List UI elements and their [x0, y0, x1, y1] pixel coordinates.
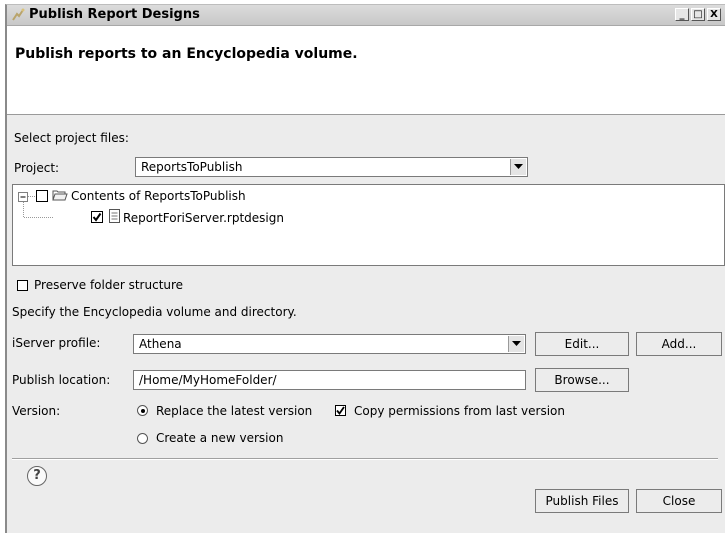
- preserve-folder-checkbox[interactable]: [17, 280, 28, 291]
- project-select-value: ReportsToPublish: [141, 160, 243, 174]
- checkmark-icon: [92, 212, 102, 222]
- project-select[interactable]: ReportsToPublish: [135, 157, 528, 177]
- chevron-down-icon: [514, 164, 523, 169]
- title-bar[interactable]: Publish Report Designs _ □ X: [7, 5, 725, 26]
- tree-line: [28, 196, 36, 197]
- project-file-tree[interactable]: Contents of ReportsToPublish ReportForiS…: [12, 184, 725, 266]
- publish-dialog: Publish Report Designs _ □ X Publish rep…: [5, 4, 725, 533]
- project-dropdown-button[interactable]: [510, 159, 526, 175]
- select-files-heading: Select project files:: [14, 131, 129, 145]
- iserver-profile-value: Athena: [139, 337, 182, 351]
- report-file-checkbox[interactable]: [91, 211, 103, 223]
- banner-title: Publish reports to an Encyclopedia volum…: [15, 46, 358, 62]
- replace-latest-label[interactable]: Replace the latest version: [156, 404, 312, 418]
- help-icon[interactable]: ?: [27, 466, 47, 486]
- maximize-button[interactable]: □: [691, 8, 705, 21]
- create-new-version-radio[interactable]: [137, 433, 148, 444]
- publish-files-button[interactable]: Publish Files: [535, 489, 629, 513]
- replace-latest-radio[interactable]: [137, 405, 148, 416]
- preserve-folder-label[interactable]: Preserve folder structure: [34, 278, 183, 292]
- report-design-icon: [109, 209, 120, 223]
- folder-open-icon: [52, 190, 68, 201]
- window-title: Publish Report Designs: [29, 7, 200, 22]
- header-banner: Publish reports to an Encyclopedia volum…: [7, 26, 725, 115]
- copy-permissions-label[interactable]: Copy permissions from last version: [354, 404, 565, 418]
- add-profile-button[interactable]: Add...: [636, 332, 722, 356]
- version-label: Version:: [12, 404, 61, 418]
- project-label: Project:: [14, 161, 60, 175]
- root-checkbox[interactable]: [36, 190, 48, 202]
- app-icon: [12, 8, 25, 21]
- close-window-button[interactable]: X: [707, 8, 721, 21]
- iserver-profile-select[interactable]: Athena: [133, 334, 526, 354]
- publish-location-value: /Home/MyHomeFolder/: [139, 373, 277, 387]
- chevron-down-icon: [512, 341, 521, 346]
- close-button[interactable]: Close: [636, 489, 722, 513]
- publish-location-label: Publish location:: [12, 373, 111, 387]
- minimize-button[interactable]: _: [675, 8, 689, 21]
- checkmark-icon: [336, 406, 345, 415]
- edit-profile-button[interactable]: Edit...: [535, 332, 629, 356]
- browse-button[interactable]: Browse...: [535, 368, 629, 392]
- create-new-version-label[interactable]: Create a new version: [156, 431, 283, 445]
- footer-separator: [12, 458, 718, 460]
- copy-permissions-checkbox[interactable]: [335, 405, 346, 416]
- tree-line: [23, 202, 24, 218]
- profile-dropdown-button[interactable]: [508, 336, 524, 352]
- publish-location-input[interactable]: /Home/MyHomeFolder/: [133, 370, 526, 390]
- tree-line: [24, 217, 54, 218]
- iserver-profile-label: iServer profile:: [12, 336, 101, 350]
- volume-heading: Specify the Encyclopedia volume and dire…: [12, 305, 297, 319]
- tree-root-label[interactable]: Contents of ReportsToPublish: [71, 189, 246, 203]
- tree-file-label[interactable]: ReportForiServer.rptdesign: [123, 211, 284, 225]
